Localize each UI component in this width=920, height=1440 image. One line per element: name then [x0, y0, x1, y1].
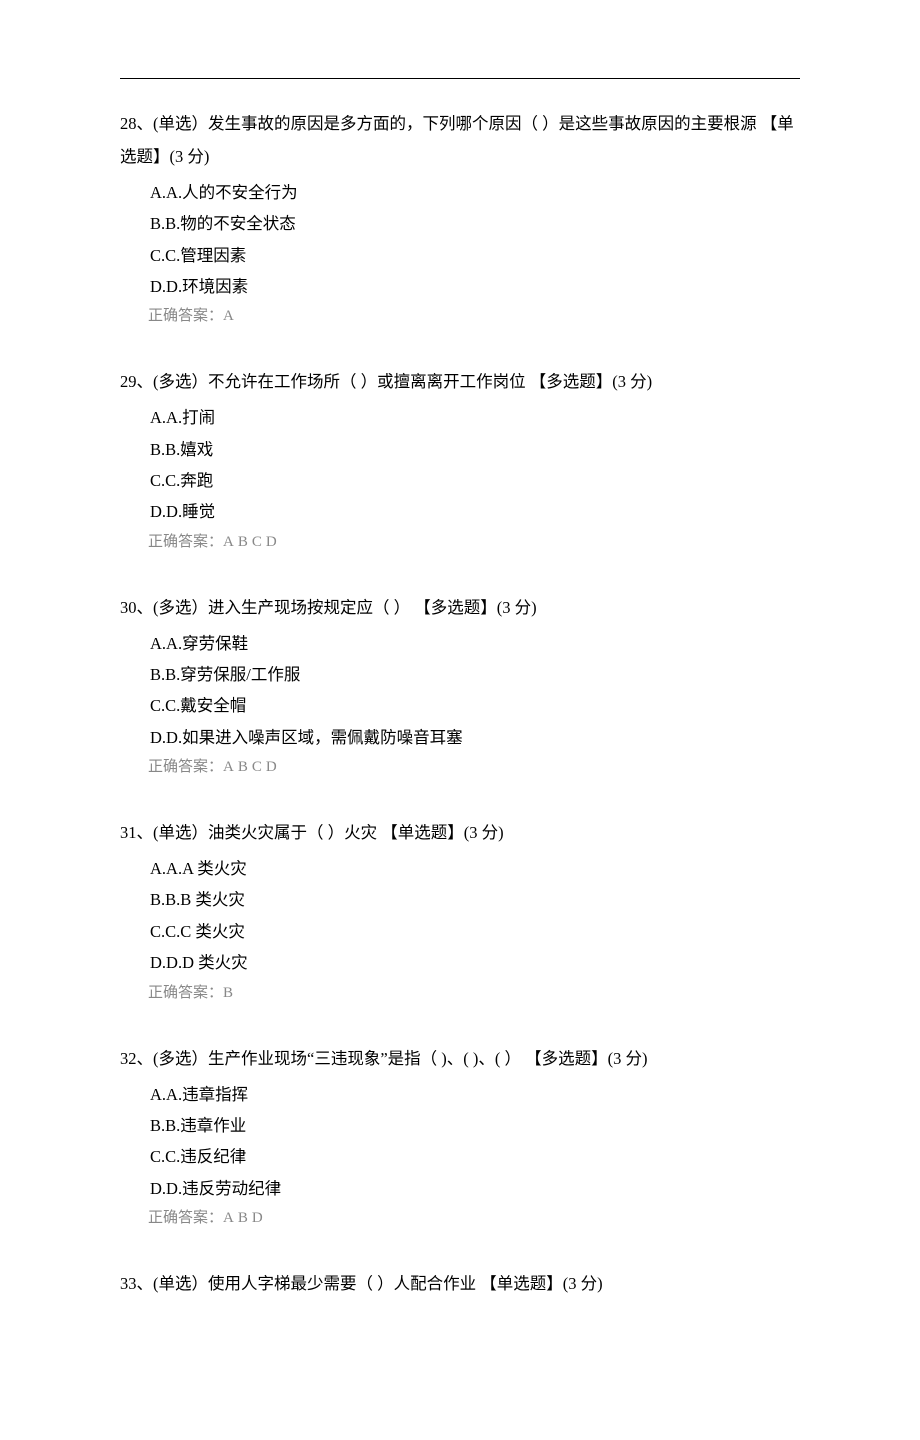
correct-answer: 正确答案：ABCD [120, 755, 800, 776]
exam-page: 28、(单选）发生事故的原因是多方面的，下列哪个原因（ ）是这些事故原因的主要根… [0, 0, 920, 1440]
question-stem: 30、(多选）进入生产现场按规定应（ ） 【多选题】(3 分) [120, 591, 800, 624]
option-a: A.A.穿劳保鞋 [150, 628, 800, 659]
option-d: D.D.违反劳动纪律 [150, 1173, 800, 1204]
option-b: B.B.违章作业 [150, 1110, 800, 1141]
option-c: C.C.戴安全帽 [150, 690, 800, 721]
option-c: C.C.奔跑 [150, 465, 800, 496]
answer-label: 正确答案： [148, 1210, 223, 1226]
option-a: A.A.打闹 [150, 402, 800, 433]
answer-value: ABCD [223, 759, 281, 775]
options-list: A.A.违章指挥 B.B.违章作业 C.C.违反纪律 D.D.违反劳动纪律 [120, 1079, 800, 1204]
question-stem: 33、(单选）使用人字梯最少需要（ ）人配合作业 【单选题】(3 分) [120, 1267, 800, 1300]
correct-answer: 正确答案：ABD [120, 1206, 800, 1227]
option-b: B.B.穿劳保服/工作服 [150, 659, 800, 690]
answer-label: 正确答案： [148, 985, 223, 1001]
correct-answer: 正确答案：ABCD [120, 530, 800, 551]
answer-label: 正确答案： [148, 308, 223, 324]
option-c: C.C.管理因素 [150, 240, 800, 271]
option-d: D.D.D 类火灾 [150, 947, 800, 978]
option-b: B.B.物的不安全状态 [150, 208, 800, 239]
question-stem: 31、(单选）油类火灾属于（ ）火灾 【单选题】(3 分) [120, 816, 800, 849]
question-29: 29、(多选）不允许在工作场所（ ）或擅离离开工作岗位 【多选题】(3 分) A… [120, 365, 800, 550]
answer-value: A [223, 308, 238, 324]
option-c: C.C.C 类火灾 [150, 916, 800, 947]
question-32: 32、(多选）生产作业现场“三违现象”是指（ )、( )、( ） 【多选题】(3… [120, 1042, 800, 1227]
option-a: A.A.违章指挥 [150, 1079, 800, 1110]
option-d: D.D.环境因素 [150, 271, 800, 302]
question-28: 28、(单选）发生事故的原因是多方面的，下列哪个原因（ ）是这些事故原因的主要根… [120, 107, 800, 325]
options-list: A.A.A 类火灾 B.B.B 类火灾 C.C.C 类火灾 D.D.D 类火灾 [120, 853, 800, 978]
answer-label: 正确答案： [148, 534, 223, 550]
option-a: A.A.A 类火灾 [150, 853, 800, 884]
answer-value: ABD [223, 1210, 267, 1226]
question-stem: 29、(多选）不允许在工作场所（ ）或擅离离开工作岗位 【多选题】(3 分) [120, 365, 800, 398]
option-d: D.D.睡觉 [150, 496, 800, 527]
options-list: A.A.打闹 B.B.嬉戏 C.C.奔跑 D.D.睡觉 [120, 402, 800, 527]
option-b: B.B.B 类火灾 [150, 884, 800, 915]
options-list: A.A.人的不安全行为 B.B.物的不安全状态 C.C.管理因素 D.D.环境因… [120, 177, 800, 302]
correct-answer: 正确答案：A [120, 304, 800, 325]
question-33: 33、(单选）使用人字梯最少需要（ ）人配合作业 【单选题】(3 分) [120, 1267, 800, 1300]
option-d: D.D.如果进入噪声区域，需佩戴防噪音耳塞 [150, 722, 800, 753]
answer-value: B [223, 985, 237, 1001]
option-b: B.B.嬉戏 [150, 434, 800, 465]
answer-value: ABCD [223, 534, 281, 550]
question-31: 31、(单选）油类火灾属于（ ）火灾 【单选题】(3 分) A.A.A 类火灾 … [120, 816, 800, 1001]
top-ruler [120, 78, 800, 79]
answer-label: 正确答案： [148, 759, 223, 775]
question-stem: 28、(单选）发生事故的原因是多方面的，下列哪个原因（ ）是这些事故原因的主要根… [120, 107, 800, 173]
option-a: A.A.人的不安全行为 [150, 177, 800, 208]
option-c: C.C.违反纪律 [150, 1141, 800, 1172]
question-30: 30、(多选）进入生产现场按规定应（ ） 【多选题】(3 分) A.A.穿劳保鞋… [120, 591, 800, 776]
options-list: A.A.穿劳保鞋 B.B.穿劳保服/工作服 C.C.戴安全帽 D.D.如果进入噪… [120, 628, 800, 753]
correct-answer: 正确答案：B [120, 981, 800, 1002]
question-stem: 32、(多选）生产作业现场“三违现象”是指（ )、( )、( ） 【多选题】(3… [120, 1042, 800, 1075]
